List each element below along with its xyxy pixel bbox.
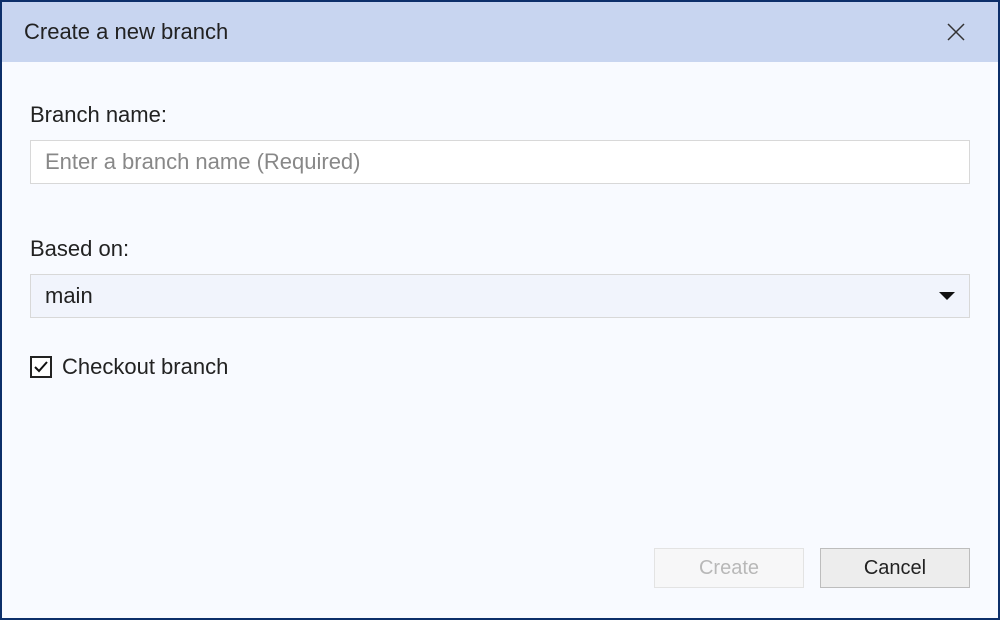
dialog-content: Branch name: Based on: main Checkout bra… (2, 62, 998, 548)
branch-name-label: Branch name: (30, 102, 970, 128)
checkout-branch-checkbox[interactable] (30, 356, 52, 378)
based-on-value: main (45, 283, 93, 309)
checkout-branch-label: Checkout branch (62, 354, 228, 380)
create-button[interactable]: Create (654, 548, 804, 588)
check-icon (33, 359, 49, 375)
close-button[interactable] (936, 12, 976, 52)
based-on-select[interactable]: main (30, 274, 970, 318)
branch-name-input[interactable] (30, 140, 970, 184)
cancel-button[interactable]: Cancel (820, 548, 970, 588)
dialog-title: Create a new branch (24, 19, 228, 45)
chevron-down-icon (939, 292, 955, 300)
branch-name-field: Branch name: (30, 102, 970, 184)
based-on-field: Based on: main (30, 236, 970, 318)
based-on-label: Based on: (30, 236, 970, 262)
create-branch-dialog: Create a new branch Branch name: Based o… (0, 0, 1000, 620)
titlebar: Create a new branch (2, 2, 998, 62)
close-icon (946, 22, 966, 42)
checkout-branch-row: Checkout branch (30, 354, 970, 380)
dialog-footer: Create Cancel (2, 548, 998, 618)
